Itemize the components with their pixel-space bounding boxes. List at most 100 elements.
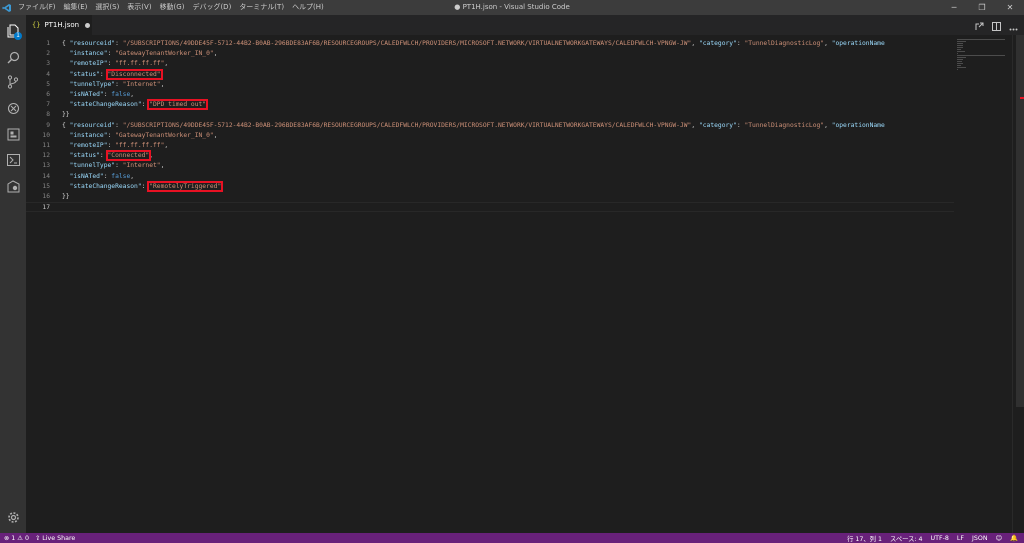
menu-item[interactable]: ヘルプ(H): [288, 0, 328, 15]
minimap-line: [957, 51, 966, 52]
code-token: :: [107, 142, 116, 149]
code-token: :: [115, 80, 123, 88]
menu-item[interactable]: 移動(G): [156, 0, 189, 15]
minimap[interactable]: [954, 35, 1012, 533]
code-token: ,: [164, 142, 169, 149]
scrollbar-error-marker: [1020, 97, 1024, 99]
code-token: :: [115, 162, 123, 170]
open-changes-icon[interactable]: [975, 16, 984, 35]
line-number: 5: [46, 80, 50, 88]
code-line[interactable]: 10 "instance": "GatewayTenantWorker_IN_0…: [26, 131, 954, 141]
code-line[interactable]: 13 "tunnelType": "Internet",: [26, 161, 954, 171]
vscode-logo-icon[interactable]: [0, 0, 14, 15]
code-text: "stateChangeReason": "DPD timed out": [62, 99, 209, 111]
code-line[interactable]: 15 "stateChangeReason": "RemotelyTrigger…: [26, 180, 954, 192]
explorer-badge: 1: [14, 32, 22, 40]
line-ending[interactable]: LF: [957, 535, 964, 542]
feedback-icon[interactable]: ☺: [996, 535, 1003, 542]
code-token: "Internet": [122, 162, 161, 170]
code-line[interactable]: 5 "tunnelType": "Internet",: [26, 80, 954, 90]
indentation[interactable]: スペース: 4: [890, 534, 923, 543]
minimap-line: [957, 61, 963, 62]
scrollbar-thumb[interactable]: [1016, 35, 1024, 407]
close-button[interactable]: ✕: [996, 0, 1024, 15]
language-mode[interactable]: JSON: [972, 535, 988, 542]
code-token: false: [111, 172, 131, 180]
line-number: 16: [42, 193, 50, 200]
cursor-position[interactable]: 行 17、列 1: [847, 534, 882, 543]
tab-pt1h-json[interactable]: {} PT1H.json: [26, 15, 92, 35]
code-token: ,: [130, 91, 135, 98]
code-line[interactable]: 16}}: [26, 192, 954, 202]
code-text: "isNATed": false,: [62, 90, 134, 100]
live-share-button[interactable]: ⇪ Live Share: [35, 535, 75, 542]
code-token: ,: [213, 50, 218, 58]
code-token: "Internet": [122, 80, 161, 88]
code-line[interactable]: 8}}: [26, 110, 954, 120]
unsaved-dot-icon[interactable]: [85, 22, 91, 28]
code-text: { "resourceid": "/SUBSCRIPTIONS/49DDE45F…: [62, 121, 885, 131]
code-line[interactable]: 7 "stateChangeReason": "DPD timed out": [26, 99, 954, 111]
line-number: 6: [46, 91, 50, 98]
explorer-icon[interactable]: 1: [0, 19, 26, 43]
split-editor-icon[interactable]: [992, 16, 1001, 35]
code-text: "instance": "GatewayTenantWorker_IN_0",: [62, 49, 218, 59]
menu-item[interactable]: 表示(V): [123, 0, 155, 15]
menu-item[interactable]: ターミナル(T): [235, 0, 288, 15]
code-text: }}: [62, 110, 70, 120]
notifications-bell-icon[interactable]: 🔔: [1010, 534, 1018, 542]
code-token: ,: [164, 60, 169, 68]
code-line[interactable]: 17: [26, 202, 954, 213]
more-actions-icon[interactable]: [1009, 16, 1018, 35]
activity-bar: 1: [0, 15, 26, 533]
menu-item[interactable]: 選択(S): [91, 0, 123, 15]
code-line[interactable]: 11 "remoteIP": "ff.ff.ff.ff",: [26, 141, 954, 151]
code-token: :: [99, 152, 108, 160]
code-token: "category": [698, 121, 737, 129]
menu-item[interactable]: デバッグ(D): [188, 0, 235, 15]
window-controls: ─ ❐ ✕: [940, 0, 1024, 15]
code-line[interactable]: 12 "status": "Connected",: [26, 150, 954, 162]
minimap-line: [957, 47, 963, 48]
code-line[interactable]: 4 "status": "Disconnected",: [26, 68, 954, 80]
encoding[interactable]: UTF-8: [931, 535, 949, 542]
source-control-icon[interactable]: [0, 70, 26, 94]
gear-icon[interactable]: [0, 505, 26, 529]
code-line[interactable]: 2 "instance": "GatewayTenantWorker_IN_0"…: [26, 49, 954, 59]
code-token: ,: [691, 121, 699, 129]
extensions-icon[interactable]: [0, 122, 26, 146]
debug-icon[interactable]: [0, 96, 26, 120]
restore-button[interactable]: ❐: [968, 0, 996, 15]
code-line[interactable]: 9 { "resourceid": "/SUBSCRIPTIONS/49DDE45…: [26, 121, 954, 131]
menu-item[interactable]: 編集(E): [60, 0, 92, 15]
code-text: "isNATed": false,: [62, 172, 134, 182]
code-token: "stateChangeReason": [62, 182, 142, 190]
menu-item[interactable]: ファイル(F): [14, 0, 60, 15]
code-line[interactable]: 1 { "resourceid": "/SUBSCRIPTIONS/49DDE45…: [26, 39, 954, 49]
code-token: {: [62, 121, 70, 129]
line-number: 17: [42, 204, 50, 212]
code-line[interactable]: 3 "remoteIP": "ff.ff.ff.ff",: [26, 59, 954, 69]
remote-icon[interactable]: [0, 174, 26, 198]
minimap-line: [957, 55, 1005, 56]
minimize-button[interactable]: ─: [940, 0, 968, 15]
code-token: "TunnelDiagnosticLog": [744, 40, 825, 47]
code-token: "tunnelType": [62, 80, 116, 88]
terminal-icon[interactable]: [0, 148, 26, 172]
code-token: ,: [824, 40, 832, 47]
code-token: :: [99, 70, 108, 78]
code-token: "GatewayTenantWorker_IN_0": [115, 131, 214, 139]
minimap-line: [957, 67, 967, 68]
search-icon[interactable]: [0, 45, 26, 69]
code-line[interactable]: 14 "isNATed": false,: [26, 172, 954, 182]
code-token: }}: [62, 111, 70, 119]
line-number: 4: [46, 70, 50, 78]
code-editor[interactable]: 1 { "resourceid": "/SUBSCRIPTIONS/49DDE45…: [26, 35, 1024, 533]
status-bar: ⊗ 1 ⚠ 0 ⇪ Live Share 行 17、列 1 スペース: 4 UT…: [0, 533, 1024, 543]
highlighted-value: "DPD timed out": [147, 99, 209, 111]
problems-indicator[interactable]: ⊗ 1 ⚠ 0: [4, 535, 29, 542]
code-text: { "resourceid": "/SUBSCRIPTIONS/49DDE45F…: [62, 39, 885, 49]
error-icon: ⊗: [4, 534, 10, 542]
code-token: }}: [62, 193, 70, 200]
code-line[interactable]: 6 "isNATed": false,: [26, 90, 954, 100]
